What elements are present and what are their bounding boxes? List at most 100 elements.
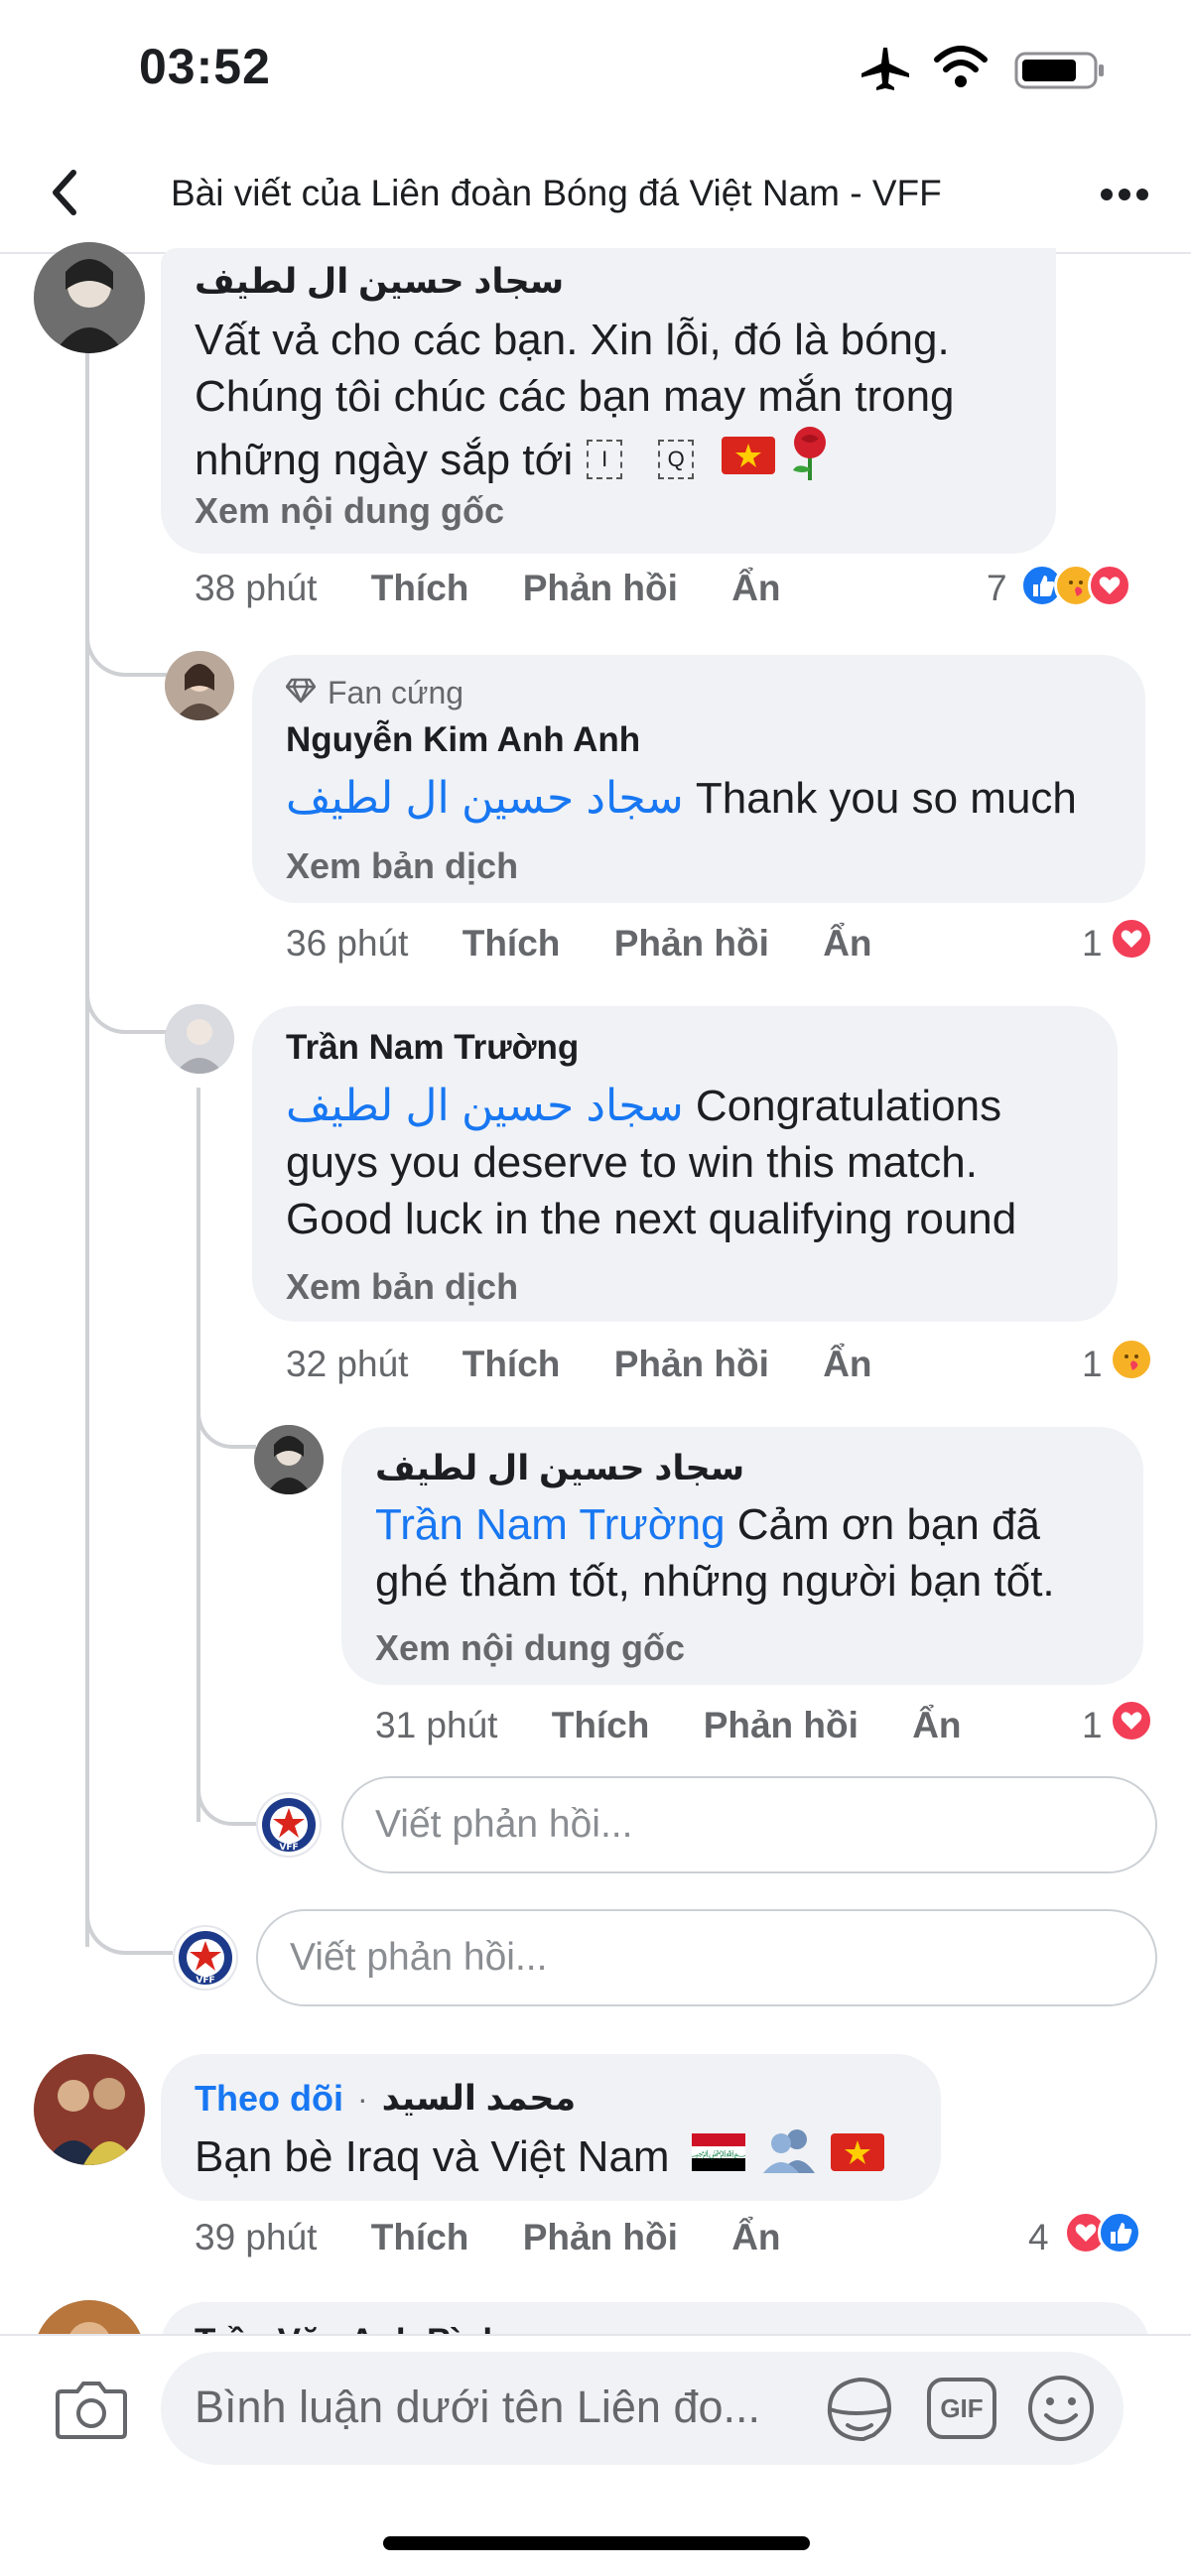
hide-button[interactable]: Ẩn: [823, 1344, 871, 1384]
hide-button[interactable]: Ẩn: [731, 2217, 780, 2257]
like-button[interactable]: Thích: [463, 923, 561, 964]
reactions[interactable]: [1020, 564, 1131, 607]
follow-link[interactable]: Theo dõi: [195, 2078, 343, 2120]
avatar[interactable]: [165, 651, 234, 720]
camera-icon[interactable]: [56, 2378, 127, 2439]
mention-link[interactable]: سجاد حسين ال لطيف: [286, 1082, 684, 1130]
comment-line: Good luck in the next qualifying round: [286, 1195, 1017, 1243]
like-button[interactable]: Thích: [371, 2217, 469, 2257]
comment-time: 32 phút: [286, 1344, 409, 1384]
reaction-count[interactable]: 7: [987, 568, 1007, 609]
reactions[interactable]: [1064, 2211, 1141, 2254]
reaction-count[interactable]: 4: [1028, 2217, 1049, 2258]
comment-author[interactable]: Nguyễn Kim Anh Anh: [286, 720, 640, 760]
dot-separator: ·: [356, 2080, 368, 2117]
avatar[interactable]: [34, 242, 145, 353]
comment-actions: 38 phút Thích Phản hồi Ẩn: [195, 568, 781, 609]
comment-actions: 31 phút Thích Phản hồi Ẩn: [375, 1705, 962, 1746]
reply-button[interactable]: Phản hồi: [614, 923, 769, 964]
comment-line: Trần Nam Trường Cảm ơn bạn đã: [375, 1496, 1139, 1553]
back-button[interactable]: [44, 165, 87, 220]
comment-actions: 39 phút Thích Phản hồi Ẩn: [195, 2217, 781, 2258]
vietnam-flag-icon: [722, 432, 776, 488]
thread-line: [85, 349, 89, 1947]
reply-button[interactable]: Phản hồi: [704, 1705, 859, 1745]
svg-text:﷽: ﷽: [692, 2149, 745, 2160]
comment-text: Bạn bè Iraq và Việt Nam ﷽: [195, 2125, 884, 2187]
badge-label: Fan cứng: [328, 675, 464, 710]
reply-button[interactable]: Phản hồi: [614, 1344, 769, 1384]
emoji-icon[interactable]: [1026, 2374, 1096, 2443]
comment-line: những ngày sắp tới I Q: [195, 425, 1048, 494]
comment-time: 39 phút: [195, 2217, 318, 2257]
svg-text:VFF: VFF: [196, 1976, 214, 1986]
status-time: 03:52: [139, 39, 271, 94]
care-reaction-icon[interactable]: [1110, 1338, 1153, 1381]
comment-author[interactable]: Trần Nam Trường: [286, 1028, 579, 1068]
reply-button[interactable]: Phản hồi: [523, 568, 678, 608]
thread-connector: [85, 982, 167, 1034]
love-reaction-icon[interactable]: [1110, 917, 1153, 961]
comment-text-body: Congratulations: [695, 1082, 1002, 1130]
page-title: Bài viết của Liên đoàn Bóng đá Việt Nam …: [171, 173, 942, 213]
vff-avatar: VFF: [256, 1792, 322, 1858]
like-button[interactable]: Thích: [552, 1705, 650, 1745]
comment-text: سجاد حسين ال لطيف Thank you so much: [286, 770, 1077, 827]
like-reaction-icon: [1098, 2211, 1141, 2254]
comment-text: سجاد حسين ال لطيف Congratulations guys y…: [286, 1078, 1110, 1247]
comment-line: guys you deserve to win this match.: [286, 1138, 978, 1187]
like-button[interactable]: Thích: [463, 1344, 561, 1384]
comment-author[interactable]: سجاد حسين ال لطيف: [195, 262, 564, 302]
avatar[interactable]: [34, 2054, 145, 2165]
thread-connector: [85, 625, 167, 677]
avatar[interactable]: [254, 1425, 324, 1494]
comment-line-text: những ngày sắp tới: [195, 435, 574, 484]
battery-icon: [1014, 50, 1106, 89]
comment-header: Theo dõi · محمد السيد: [195, 2078, 576, 2120]
comment-time: 36 phút: [286, 923, 409, 964]
reaction-count[interactable]: 1: [1082, 1344, 1103, 1385]
thread-connector: [85, 1915, 173, 1955]
see-original-link[interactable]: Xem nội dung gốc: [375, 1627, 685, 1669]
svg-text:VFF: VFF: [279, 1843, 298, 1853]
people-icon: [759, 2125, 817, 2187]
vff-avatar: VFF: [173, 1925, 238, 1991]
hide-button[interactable]: Ẩn: [823, 923, 871, 964]
avatar[interactable]: [165, 1004, 234, 1074]
reply-input[interactable]: Viết phản hồi...: [256, 1909, 1157, 2006]
vietnam-flag-icon: [830, 2128, 884, 2185]
see-original-link[interactable]: Xem nội dung gốc: [195, 490, 504, 532]
sticker-icon[interactable]: [824, 2374, 895, 2445]
thread-connector: [197, 1399, 256, 1449]
mention-link[interactable]: سجاد حسين ال لطيف: [286, 774, 684, 823]
wifi-icon: [933, 44, 989, 89]
iraq-flag-icon: ﷽: [684, 2128, 752, 2185]
comment-time: 31 phút: [375, 1705, 498, 1745]
see-translation-link[interactable]: Xem bản dịch: [286, 1266, 518, 1308]
reply-input[interactable]: Viết phản hồi...: [341, 1776, 1157, 1873]
comment-author[interactable]: محمد السيد: [382, 2079, 577, 2119]
comment-author[interactable]: سجاد حسين ال لطيف: [375, 1449, 744, 1488]
comment-placeholder: Bình luận dưới tên Liên đo...: [195, 2382, 761, 2432]
see-translation-link[interactable]: Xem bản dịch: [286, 845, 518, 887]
comment-text-body: Cảm ơn bạn đã: [736, 1500, 1041, 1549]
mention-link[interactable]: Trần Nam Trường: [375, 1500, 726, 1549]
airplane-icon: [860, 46, 911, 91]
unsupported-glyph-icon: I: [587, 440, 623, 479]
gif-button[interactable]: GIF: [927, 2378, 996, 2439]
reaction-count[interactable]: 1: [1082, 923, 1103, 965]
thread-line: [197, 1088, 200, 1822]
unsupported-glyph-icon: Q: [658, 440, 695, 479]
comment-text: Vất vả cho các bạn. Xin lỗi, đó là bóng.…: [195, 312, 1048, 494]
love-reaction-icon[interactable]: [1110, 1699, 1153, 1742]
love-reaction-icon: [1088, 564, 1131, 607]
like-button[interactable]: Thích: [371, 568, 469, 608]
hide-button[interactable]: Ẩn: [731, 568, 780, 608]
comment-actions: 32 phút Thích Phản hồi Ẩn: [286, 1344, 872, 1385]
comment-text: Trần Nam Trường Cảm ơn bạn đã ghé thăm t…: [375, 1496, 1139, 1610]
reply-button[interactable]: Phản hồi: [523, 2217, 678, 2257]
comment-line: Vất vả cho các bạn. Xin lỗi, đó là bóng.: [195, 316, 950, 364]
reaction-count[interactable]: 1: [1082, 1705, 1103, 1746]
more-options-button[interactable]: [1100, 183, 1149, 206]
hide-button[interactable]: Ẩn: [912, 1705, 961, 1745]
